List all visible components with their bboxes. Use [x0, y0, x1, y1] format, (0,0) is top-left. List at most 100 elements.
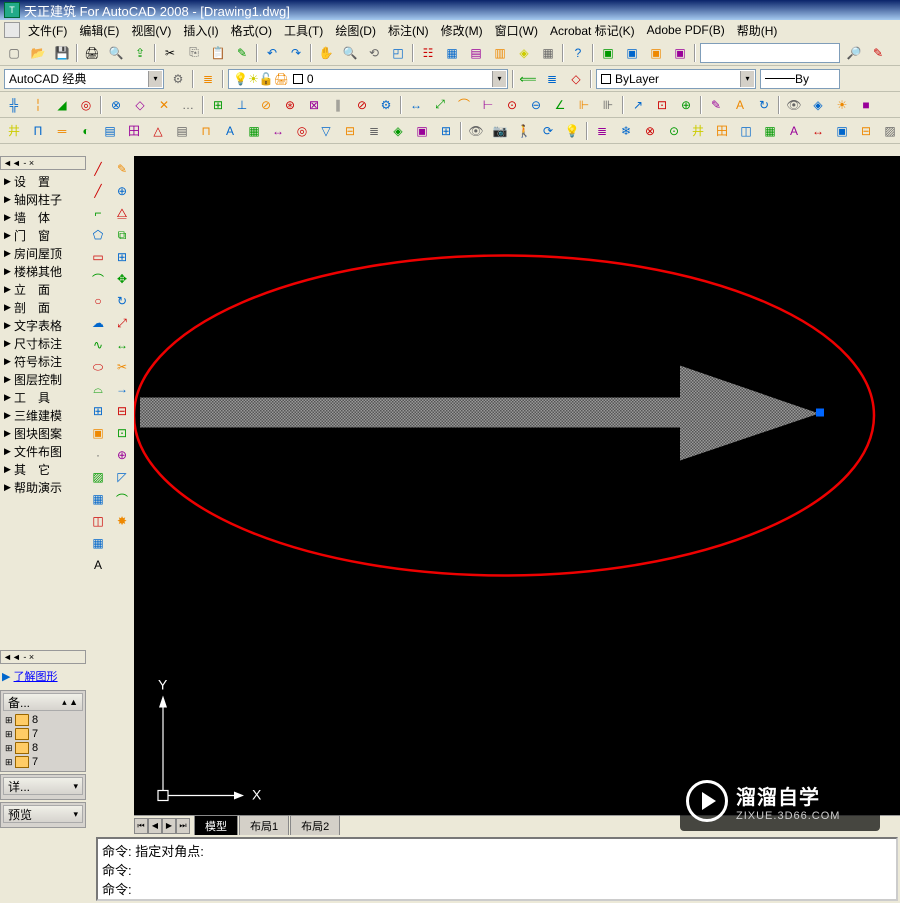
ellipsearc-button[interactable]: ⌓ [88, 379, 108, 399]
center-button[interactable]: ⊕ [675, 94, 697, 116]
snap-quad-button[interactable]: ◇ [129, 94, 151, 116]
sidebar-item-16[interactable]: ▶其 它 [2, 460, 84, 478]
snap-near-button[interactable]: ⊛ [279, 94, 301, 116]
tol-button[interactable]: ⊡ [651, 94, 673, 116]
sidebar-item-12[interactable]: ▶工 具 [2, 388, 84, 406]
roof-button[interactable]: △ [147, 120, 169, 142]
block-button[interactable]: ▣ [597, 42, 619, 64]
3d-button[interactable]: ◈ [807, 94, 829, 116]
preview-button[interactable]: 🔍 [105, 42, 127, 64]
section-button[interactable]: ⊟ [339, 120, 361, 142]
move-button[interactable]: ✥ [112, 269, 132, 289]
match-button[interactable]: ✎ [231, 42, 253, 64]
folder-row-2[interactable]: ⊞8 [3, 741, 83, 755]
snap-node-button[interactable]: ⊗ [105, 94, 127, 116]
zoom-window-button[interactable]: ◰ [387, 42, 409, 64]
menu-draw[interactable]: 绘图(D) [329, 20, 382, 41]
camera-button[interactable]: 📷 [489, 120, 511, 142]
layer-iso-button[interactable]: ◇ [565, 68, 587, 90]
zoom-prev-button[interactable]: ⟲ [363, 42, 385, 64]
folder-row-3[interactable]: ⊞7 [3, 755, 83, 769]
workspace-settings-button[interactable]: ⚙ [167, 68, 189, 90]
explode-button[interactable]: ✸ [112, 511, 132, 531]
room-tool-button[interactable]: ▦ [759, 120, 781, 142]
layeroff-button[interactable]: ⊗ [639, 120, 661, 142]
fillet-button[interactable]: ⌒ [112, 489, 132, 509]
dimedit-button[interactable]: ✎ [705, 94, 727, 116]
snap-par-button[interactable]: ∥ [327, 94, 349, 116]
mirror-button[interactable]: ⧋ [112, 203, 132, 223]
menu-view[interactable]: 视图(V) [125, 20, 177, 41]
layerfrz-button[interactable]: ❄ [615, 120, 637, 142]
elev-button[interactable]: ▽ [315, 120, 337, 142]
menu-acrobat[interactable]: Acrobat 标记(K) [544, 20, 641, 41]
symbol-button[interactable]: ◎ [291, 120, 313, 142]
makeblock-button[interactable]: ▣ [88, 423, 108, 443]
erase-button[interactable]: ✎ [112, 159, 132, 179]
layeron-button[interactable]: ⊙ [663, 120, 685, 142]
copy-button[interactable]: ⎘ [183, 42, 205, 64]
hatch-button[interactable]: ▨ [88, 467, 108, 487]
layer-tool-button[interactable]: ≣ [363, 120, 385, 142]
grid-tool-button[interactable]: 井 [687, 120, 709, 142]
menu-insert[interactable]: 插入(I) [177, 20, 224, 41]
sheet-button[interactable]: ▥ [489, 42, 511, 64]
tab-next-button[interactable]: ▶ [162, 818, 176, 834]
snap-grid-button[interactable]: ╬ [3, 94, 25, 116]
insert-button[interactable]: ⊞ [88, 401, 108, 421]
menu-format[interactable]: 格式(O) [225, 20, 278, 41]
help-button[interactable]: ? [567, 42, 589, 64]
stretch-button[interactable]: ↔ [112, 335, 132, 355]
snap-app-button[interactable]: ⊠ [303, 94, 325, 116]
tab-layout1[interactable]: 布局1 [239, 815, 289, 835]
hide-button[interactable]: ■ [855, 94, 877, 116]
label-tool-button[interactable]: A [783, 120, 805, 142]
drawing-canvas[interactable]: X Y ⏮ ◀ ▶ ⏭ 模型 布局1 布局2 [134, 156, 900, 835]
rotate-button[interactable]: ↻ [112, 291, 132, 311]
sidebar-item-5[interactable]: ▶楼梯其他 [2, 262, 84, 280]
detail-header[interactable]: 详... ▾ [3, 777, 83, 795]
layer-state-button[interactable]: ≣ [541, 68, 563, 90]
table-btn[interactable]: ▦ [88, 533, 108, 553]
mtext-button[interactable]: A [88, 555, 108, 575]
snap-tan-button[interactable]: ⊘ [255, 94, 277, 116]
paste-button[interactable]: 📋 [207, 42, 229, 64]
zoom-button[interactable]: 🔍 [339, 42, 361, 64]
tab-last-button[interactable]: ⏭ [176, 818, 190, 834]
calc-button[interactable]: ▦ [537, 42, 559, 64]
snap-mid-button[interactable]: ◢ [51, 94, 73, 116]
orbit-button[interactable]: ⟳ [537, 120, 559, 142]
sidebar-item-11[interactable]: ▶图层控制 [2, 370, 84, 388]
open-button[interactable]: 📂 [27, 42, 49, 64]
menu-modify[interactable]: 修改(M) [435, 20, 489, 41]
opening-tool-button[interactable]: ◫ [735, 120, 757, 142]
dim-rad-button[interactable]: ⊙ [501, 94, 523, 116]
panel-header-2[interactable]: ◄◄ - × [0, 650, 86, 664]
door-button[interactable]: ◐ [75, 120, 97, 142]
layer-prev-button[interactable]: ⟸ [517, 68, 539, 90]
snap-set-button[interactable]: ⚙ [375, 94, 397, 116]
sidebar-item-8[interactable]: ▶文字表格 [2, 316, 84, 334]
tab-first-button[interactable]: ⏮ [134, 818, 148, 834]
menu-pdf[interactable]: Adobe PDF(B) [641, 21, 731, 39]
pline-button[interactable]: ⌐ [88, 203, 108, 223]
layout-button[interactable]: ⊞ [435, 120, 457, 142]
menu-dim[interactable]: 标注(N) [382, 20, 435, 41]
hatch-btn[interactable]: ▨ [879, 120, 900, 142]
cut-button[interactable]: ✂ [159, 42, 181, 64]
snap-center-button[interactable]: ◎ [75, 94, 97, 116]
tab-model[interactable]: 模型 [194, 815, 238, 835]
snap-none-button[interactable]: ⊘ [351, 94, 373, 116]
panel-header[interactable]: ◄◄ - × [0, 156, 86, 170]
dim-cont-button[interactable]: ⊪ [597, 94, 619, 116]
render-button[interactable]: ☀ [831, 94, 853, 116]
dimtedit-button[interactable]: A [729, 94, 751, 116]
designcenter-button[interactable]: ▦ [441, 42, 463, 64]
wall-tool-button[interactable]: 田 [711, 120, 733, 142]
pan-button[interactable]: ✋ [315, 42, 337, 64]
folder-row-0[interactable]: ⊞8 [3, 713, 83, 727]
layers-button[interactable]: ≣ [591, 120, 613, 142]
menu-tools[interactable]: 工具(T) [278, 20, 329, 41]
gradient-button[interactable]: ▦ [88, 489, 108, 509]
line-button[interactable]: ╱ [88, 159, 108, 179]
